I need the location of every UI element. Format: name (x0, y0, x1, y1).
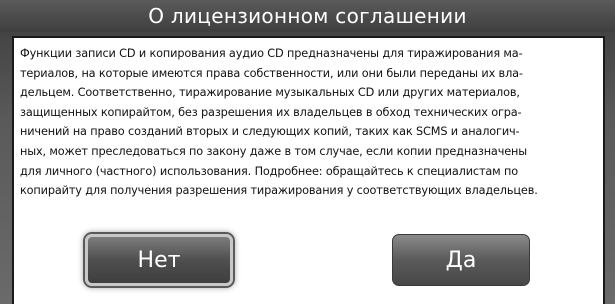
license-message: Функции записи CD и копирования аудио CD… (20, 47, 538, 198)
yes-button-label: Да (445, 247, 477, 273)
yes-button[interactable]: Да (392, 234, 530, 286)
dialog-title: О лицензионном соглашении (148, 4, 467, 28)
license-dialog: О лицензионном соглашении Функции записи… (0, 0, 615, 304)
no-button-label: Нет (137, 247, 181, 273)
no-button[interactable]: Нет (85, 234, 233, 286)
title-bar: О лицензионном соглашении (0, 0, 615, 32)
